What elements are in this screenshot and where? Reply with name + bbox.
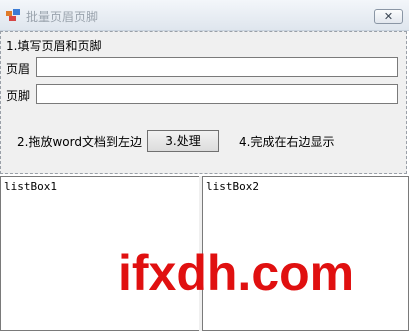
header-input[interactable] xyxy=(36,57,398,77)
app-icon xyxy=(6,9,20,21)
step1-label: 1.填写页眉和页脚 xyxy=(6,39,102,53)
watermark: ifxdh.com xyxy=(118,245,355,301)
title-bar: 批量页眉页脚 ✕ xyxy=(0,0,409,31)
process-button[interactable]: 3.处理 xyxy=(147,130,219,152)
footer-label: 页脚 xyxy=(6,89,31,103)
window-title: 批量页眉页脚 xyxy=(26,10,99,24)
listbox2-name: listBox2 xyxy=(206,180,259,193)
step2-label: 2.拖放word文档到左边 xyxy=(17,135,142,149)
header-label: 页眉 xyxy=(6,62,31,76)
footer-input[interactable] xyxy=(36,84,398,104)
step4-label: 4.完成在右边显示 xyxy=(239,135,335,149)
listbox1-name: listBox1 xyxy=(4,180,57,193)
close-button[interactable]: ✕ xyxy=(374,9,403,24)
